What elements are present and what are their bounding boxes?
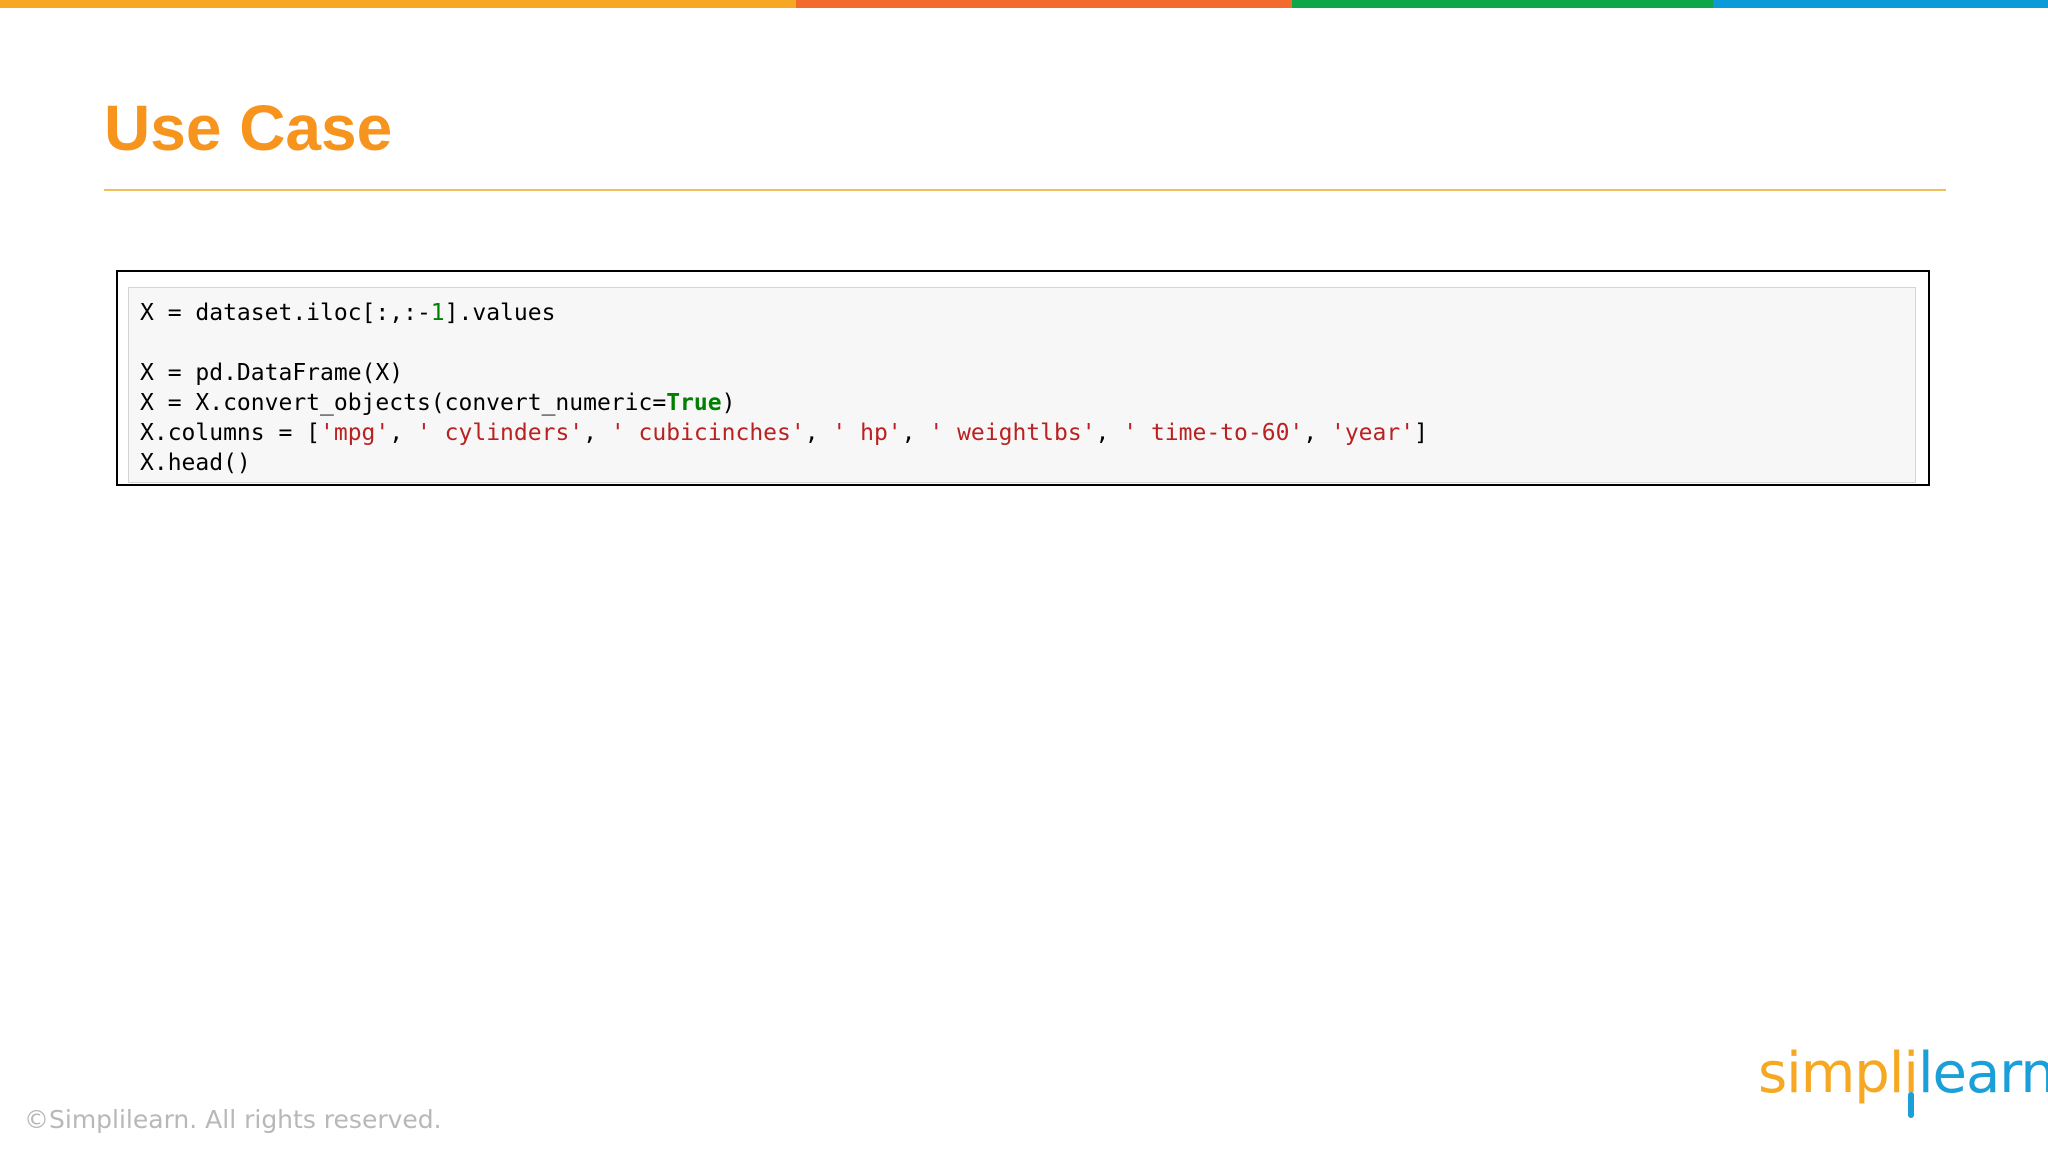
code-separator: , xyxy=(389,420,417,446)
code-screenshot-frame: X = dataset.iloc[:,:-1].values X = pd.Dat… xyxy=(116,270,1930,486)
code-string: 'year' xyxy=(1330,420,1415,446)
logo-text-learn: learn xyxy=(1917,1041,2048,1106)
code-text: X = dataset.iloc[:,:- xyxy=(140,300,431,326)
code-separator: , xyxy=(804,420,833,446)
code-line-2: X = pd.DataFrame(X) xyxy=(140,360,404,386)
code-line-5: X.head() xyxy=(140,450,251,476)
top-color-bar xyxy=(0,0,2048,8)
bar-segment-orange xyxy=(0,0,796,8)
code-text: X.columns = [ xyxy=(140,420,321,446)
code-string: 'mpg' xyxy=(320,420,390,446)
code-string: ' cubicinches' xyxy=(610,420,805,446)
logo-i-tail xyxy=(1907,1092,1914,1118)
code-block: X = dataset.iloc[:,:-1].values X = pd.Dat… xyxy=(140,298,1904,478)
code-string: ' weightlbs' xyxy=(929,420,1096,446)
simplilearn-logo: simpli learn xyxy=(1758,1036,2048,1118)
code-string: ' hp' xyxy=(832,420,902,446)
code-separator: , xyxy=(1095,420,1124,446)
code-separator: , xyxy=(583,420,611,446)
code-separator: , xyxy=(901,420,930,446)
bar-segment-green xyxy=(1292,0,1713,8)
code-text: ) xyxy=(721,390,736,416)
logo-i-mark: i xyxy=(1903,1036,1919,1118)
code-keyword: True xyxy=(666,390,722,416)
code-text: X = X.convert_objects(convert_numeric= xyxy=(140,390,667,416)
code-line-1: X = dataset.iloc[:,:-1].values xyxy=(140,298,1904,328)
code-line-4: X.columns = ['mpg', ' cylinders', ' cubi… xyxy=(140,418,1904,448)
logo-text-simpl: simpl xyxy=(1758,1041,1904,1106)
bar-segment-blue xyxy=(1713,0,2048,8)
code-cell: X = dataset.iloc[:,:-1].values X = pd.Dat… xyxy=(128,287,1916,483)
code-separator: , xyxy=(1303,420,1331,446)
code-line-3: X = X.convert_objects(convert_numeric=Tr… xyxy=(140,388,1904,418)
slide-title: Use Case xyxy=(104,92,393,164)
code-string: ' time-to-60' xyxy=(1123,420,1304,446)
copyright-notice: ©Simplilearn. All rights reserved. xyxy=(24,1105,442,1134)
code-number: 1 xyxy=(430,300,445,326)
bar-segment-dark-orange xyxy=(796,0,1292,8)
code-text: ].values xyxy=(444,300,556,326)
title-underline xyxy=(104,189,1946,191)
code-string: ' cylinders' xyxy=(416,420,584,446)
code-text: ] xyxy=(1414,420,1428,446)
